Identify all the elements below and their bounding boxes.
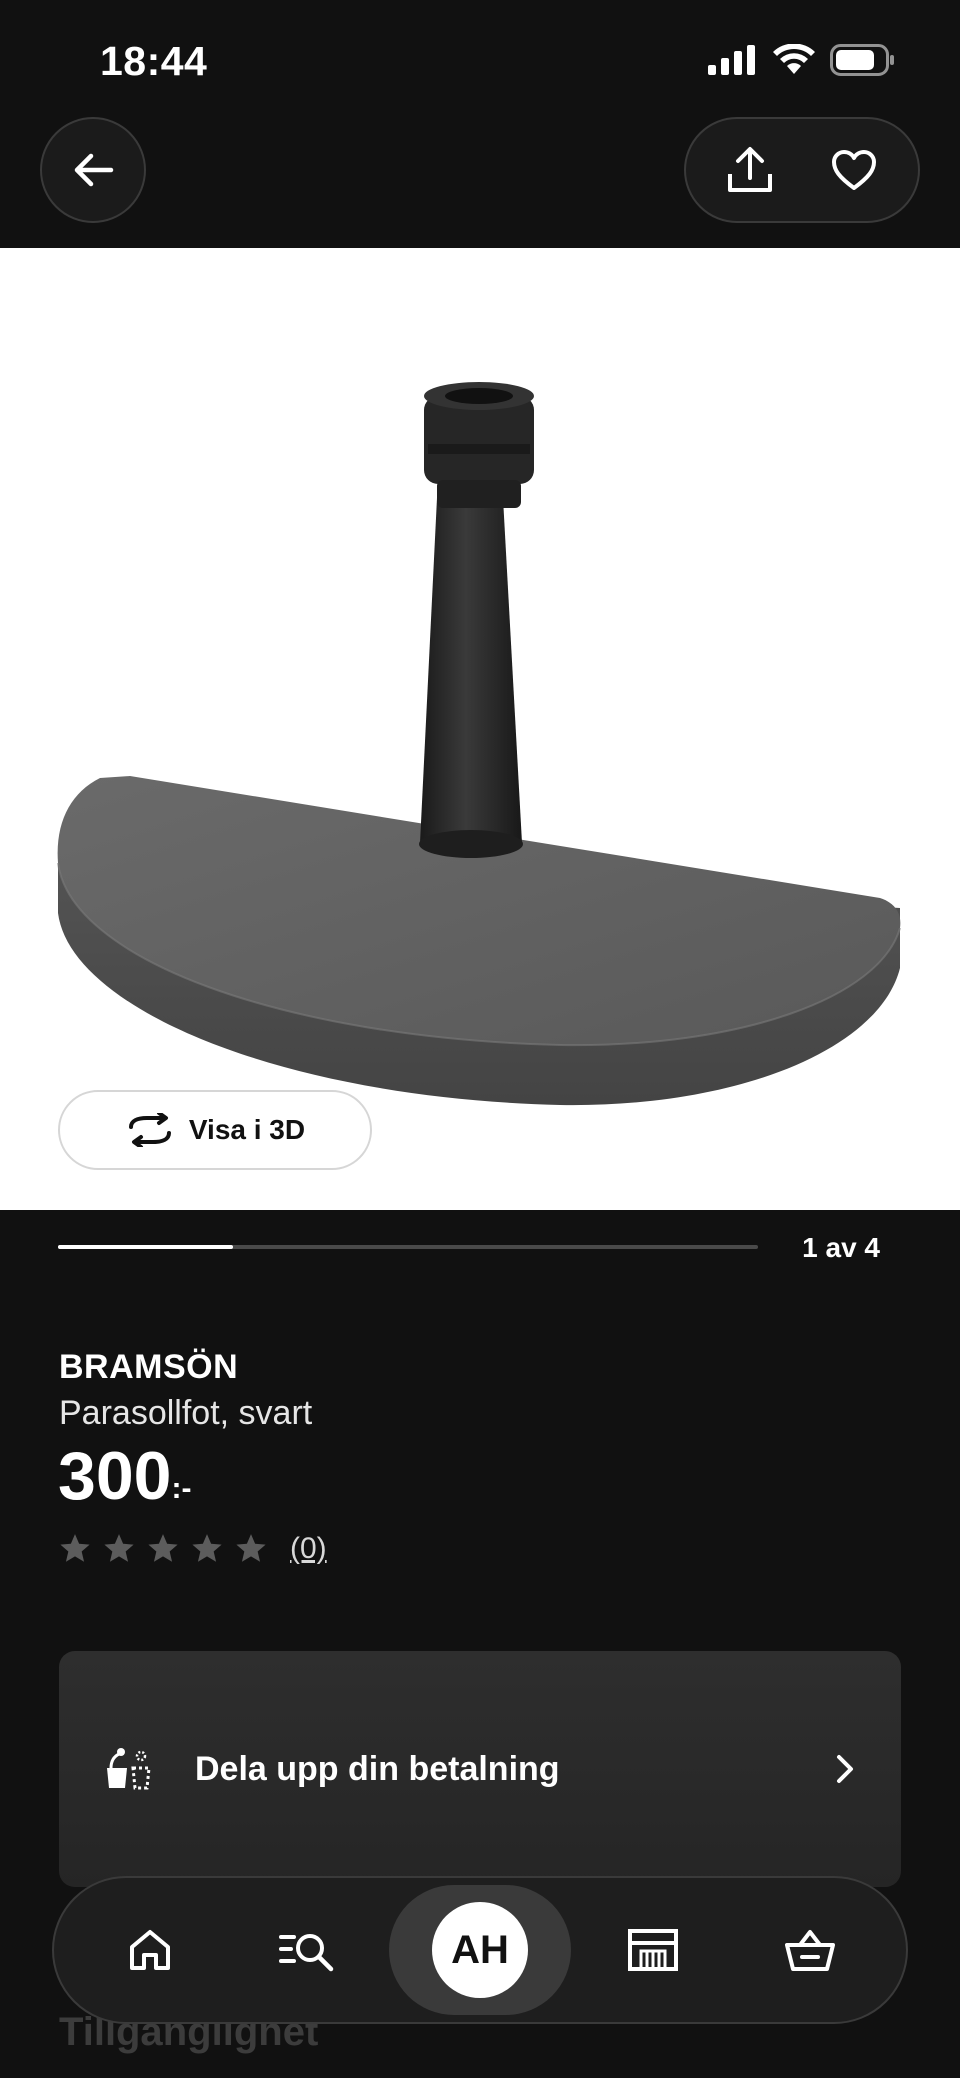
tab-store[interactable] (578, 1885, 728, 2015)
back-button[interactable] (40, 117, 146, 223)
tab-profile[interactable]: AH (388, 1885, 571, 2015)
heart-outline-icon (832, 150, 876, 190)
wifi-icon (773, 44, 815, 74)
shopping-basket-icon (784, 1930, 835, 1971)
product-page: 18:44 Visa i 3D 1 av 4 BRAMSÖN Parasollf… (0, 0, 960, 2078)
price-suffix: :- (171, 1472, 192, 1505)
rotate-3d-icon (128, 1113, 171, 1147)
tab-home[interactable] (75, 1885, 225, 2015)
rating-star-icon (192, 1534, 222, 1562)
tab-cart[interactable] (735, 1885, 885, 2015)
rating-star-icon (104, 1534, 134, 1562)
rating-star-icon (236, 1534, 266, 1562)
profile-avatar: AH (431, 1902, 528, 1998)
status-time: 18:44 (100, 38, 208, 84)
home-icon (130, 1930, 171, 1970)
view-3d-label: Visa i 3D (188, 1114, 306, 1145)
product-image (57, 382, 901, 1106)
gallery-progress-fill (58, 1245, 233, 1249)
store-icon (627, 1929, 678, 1971)
split-payment-card[interactable]: Dela upp din betalning (59, 1651, 901, 1887)
rating-star-icon (148, 1534, 178, 1562)
tab-search[interactable] (232, 1885, 382, 2015)
search-list-icon (279, 1934, 334, 1972)
favorite-button[interactable] (814, 130, 894, 210)
gallery-position-label: 1 av 4 (802, 1232, 880, 1263)
arrow-left-icon (74, 153, 114, 187)
review-count-link[interactable]: (0) (290, 1532, 327, 1566)
share-upload-icon (728, 147, 772, 192)
status-icons (708, 44, 896, 76)
gallery-progress (58, 1245, 758, 1249)
split-payment-label: Dela upp din betalning (195, 1749, 560, 1788)
share-button[interactable] (710, 130, 790, 210)
view-3d-button[interactable]: Visa i 3D (58, 1090, 372, 1170)
status-bar: 18:44 (0, 0, 960, 120)
bottom-tab-bar: AH (52, 1876, 908, 2024)
chevron-right-icon (837, 1755, 853, 1783)
rating-stars (58, 1532, 268, 1566)
product-price: 300 :- (58, 1442, 191, 1510)
product-image-carousel[interactable]: Visa i 3D (0, 248, 960, 1210)
product-rating[interactable]: (0) (58, 1532, 327, 1566)
price-value: 300 (58, 1438, 172, 1514)
cellular-signal-icon (708, 45, 755, 75)
payment-split-icon (107, 1748, 151, 1790)
rating-star-icon (60, 1534, 90, 1562)
header-actions (684, 117, 920, 223)
product-name: BRAMSÖN (59, 1348, 239, 1386)
battery-icon (830, 44, 894, 76)
product-description: Parasollfot, svart (59, 1394, 313, 1432)
